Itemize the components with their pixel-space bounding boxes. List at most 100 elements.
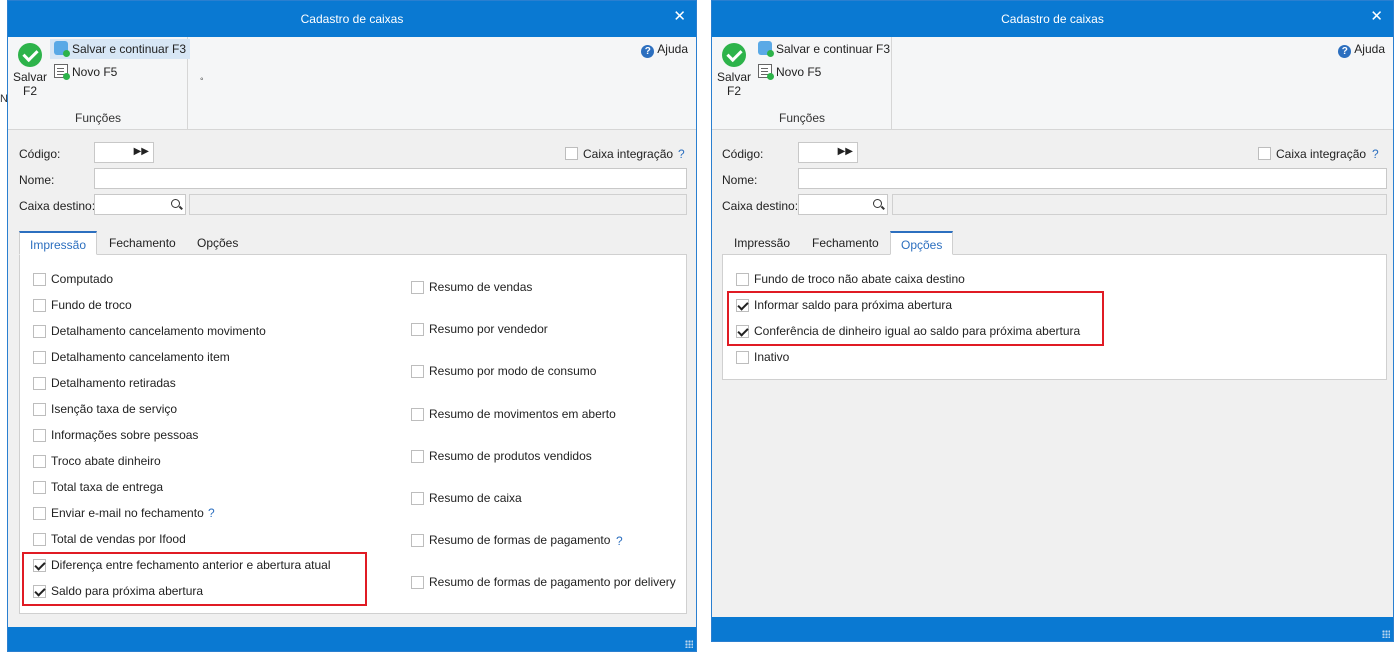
checkbox-unchecked[interactable] [736,351,749,364]
status-bar [8,627,696,651]
checkbox-unchecked[interactable] [411,576,424,590]
new-document-icon [54,64,70,80]
tab-impressao[interactable]: Impressão [19,231,98,255]
caixa-destino-description [189,194,687,215]
checkbox-label: Resumo de caixa [429,491,522,505]
new-button[interactable]: Novo F5 [50,62,121,82]
checkbox-label: Enviar e-mail no fechamento [51,506,204,520]
ribbon-group-funcoes: Salvar F2 Salvar e continuar F3 Novo F5 … [8,37,191,129]
highlight-box [22,552,367,606]
caixa-integracao-checkbox[interactable] [1258,147,1271,160]
checkbox-unchecked[interactable] [33,351,46,364]
checkbox-unchecked[interactable] [33,533,46,546]
search-icon[interactable] [171,199,180,208]
checkbox-label: Resumo de formas de pagamento [429,533,611,548]
checkbox-label: Resumo por vendedor [429,322,548,337]
checkbox-unchecked[interactable] [33,429,46,442]
caixa-destino-label: Caixa destino: [19,199,96,213]
help-icon: ? [641,45,655,58]
checkbox-label: Total de vendas por Ifood [51,532,186,546]
checkbox-unchecked[interactable] [33,507,46,520]
checkbox-unchecked[interactable] [411,534,424,548]
tab-fechamento[interactable]: Fechamento [99,231,186,255]
checkbox-unchecked[interactable] [411,492,424,505]
save-continue-button[interactable]: Salvar e continuar F3 [754,39,894,59]
save-shortcut: F2 [22,84,37,98]
new-button[interactable]: Novo F5 [754,62,825,82]
pagamento-help-icon[interactable]: ? [616,534,623,548]
help-mark-icon[interactable]: ? [1372,147,1379,161]
checkbox-unchecked[interactable] [33,273,46,286]
checkbox-label: Resumo de vendas [429,280,533,294]
checkbox-unchecked[interactable] [33,325,46,338]
ribbon-group-funcoes: Salvar F2 Salvar e continuar F3 Novo F5 … [712,37,892,129]
codigo-label: Código: [722,147,764,161]
new-document-icon [758,64,774,80]
right-dialog-window: Cadastro de caixas ✕ Salvar F2 Salvar e … [711,0,1394,642]
help-button[interactable]: ? Ajuda [641,42,688,58]
checkbox-label: Resumo de produtos vendidos [429,448,592,463]
caixa-destino-description [892,194,1387,215]
save-button[interactable]: Salvar F2 [716,43,752,98]
codigo-field[interactable]: ▶▶ [94,142,154,163]
checkbox-unchecked[interactable] [33,377,46,390]
checkbox-label: Resumo por modo de consumo [429,364,597,379]
save-continue-button[interactable]: Salvar e continuar F3 [50,39,191,59]
fast-forward-icon[interactable]: ▶▶ [134,146,149,157]
nome-field[interactable] [798,168,1387,189]
highlight-box [727,291,1104,346]
checkbox-unchecked[interactable] [33,455,46,468]
search-icon[interactable] [873,199,882,208]
checkbox-unchecked[interactable] [411,281,424,294]
save-continue-icon [758,41,774,57]
save-continue-label: Salvar e continuar F3 [776,42,891,56]
nome-field[interactable] [94,168,687,189]
ribbon-group-label: Funções [74,111,122,125]
checkbox-label: Fundo de troco [51,298,132,312]
caixa-destino-field[interactable] [798,194,888,215]
tab-impressao[interactable]: Impressão [724,231,800,255]
email-help-icon[interactable]: ? [208,506,215,520]
caixa-integracao-label: Caixa integração [583,147,674,161]
checkbox-label: Fundo de troco não abate caixa destino [754,272,965,286]
checkbox-unchecked[interactable] [411,449,424,463]
checkbox-unchecked[interactable] [411,365,424,379]
codigo-field[interactable]: ▶▶ [798,142,858,163]
checkbox-unchecked[interactable] [33,403,46,416]
checkbox-unchecked[interactable] [411,407,424,421]
save-continue-label: Salvar e continuar F3 [72,42,187,56]
help-mark-icon[interactable]: ? [678,147,685,161]
help-button[interactable]: ? Ajuda [1338,42,1385,58]
tab-opcoes[interactable]: Opções [187,231,248,255]
window-title: Cadastro de caixas [1001,12,1104,26]
save-check-icon [18,43,42,67]
ribbon: Salvar F2 Salvar e continuar F3 Novo F5 … [712,37,1393,130]
resize-grip-icon[interactable] [1382,630,1390,638]
checkbox-label: Detalhamento cancelamento item [51,350,230,364]
help-label: Ajuda [657,42,688,56]
nome-label: Nome: [19,173,55,187]
save-button[interactable]: Salvar F2 [12,43,48,98]
caixa-integracao-label: Caixa integração [1276,147,1367,161]
caixa-integracao-checkbox[interactable] [565,147,578,160]
codigo-label: Código: [19,147,61,161]
close-icon[interactable]: ✕ [1370,1,1383,33]
resize-grip-icon[interactable] [685,640,693,648]
checkbox-unchecked[interactable] [411,323,424,337]
checkbox-unchecked[interactable] [33,299,46,312]
ribbon-group-label: Funções [778,111,826,125]
checkbox-label: Detalhamento retiradas [51,376,176,390]
tab-opcoes[interactable]: Opções [890,231,954,255]
fast-forward-icon[interactable]: ▶▶ [838,146,853,157]
window-title: Cadastro de caixas [300,12,404,26]
close-icon[interactable]: ✕ [673,1,686,33]
caixa-destino-field[interactable] [94,194,186,215]
checkbox-label: Isenção taxa de serviço [51,402,178,416]
tab-fechamento[interactable]: Fechamento [802,231,889,255]
checkbox-unchecked[interactable] [33,481,46,494]
small-dot: ◦ [200,74,204,85]
status-bar [712,617,1393,641]
opcoes-panel: Fundo de troco não abate caixa destino In… [722,254,1387,380]
help-label: Ajuda [1354,42,1385,56]
checkbox-unchecked[interactable] [736,273,749,286]
